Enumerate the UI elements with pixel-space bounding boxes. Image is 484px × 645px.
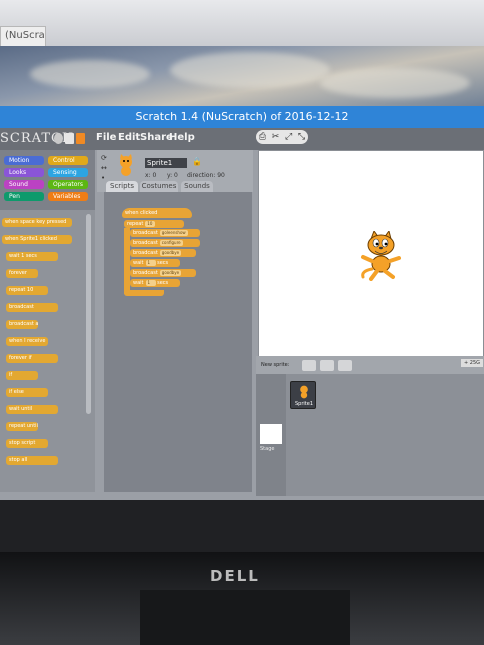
monitor-stand xyxy=(140,590,350,645)
sprite-y: y: 0 xyxy=(167,172,178,179)
category-control[interactable]: Control xyxy=(48,156,88,165)
tab-sounds[interactable]: Sounds xyxy=(181,181,213,192)
monitor-bezel xyxy=(0,500,484,552)
category-looks[interactable]: Looks xyxy=(4,168,44,177)
menubar: SCRATCH File Edit Share Help ⎙ ✂ ⤢ ⤡ xyxy=(0,128,484,150)
repeat-block[interactable]: repeat 10 xyxy=(124,220,184,228)
palette-block[interactable]: broadcast and wait xyxy=(6,320,38,329)
category-operators[interactable]: Operators xyxy=(48,180,88,189)
choose-sprite-from-file-icon[interactable] xyxy=(320,360,334,371)
stage-tools: ⎙ ✂ ⤢ ⤡ xyxy=(256,130,308,144)
category-sensing[interactable]: Sensing xyxy=(48,168,88,177)
menu-share[interactable]: Share xyxy=(140,132,173,143)
category-pen[interactable]: Pen xyxy=(4,192,44,201)
block-palette: when space key pressed when Sprite1 click… xyxy=(0,210,95,492)
browser-tab[interactable]: (NuScratch) xyxy=(0,26,46,46)
cat-sprite[interactable] xyxy=(357,231,405,281)
palette-block[interactable]: wait until xyxy=(6,405,58,414)
palette-block[interactable]: when space key pressed xyxy=(2,218,72,227)
wait-block-2[interactable]: wait 1 secs xyxy=(130,279,180,287)
menu-help[interactable]: Help xyxy=(169,132,195,143)
tab-costumes[interactable]: Costumes xyxy=(140,181,178,192)
share-icon[interactable] xyxy=(76,133,85,144)
new-sprite-label: New sprite: xyxy=(261,362,290,368)
sprite-tile-icon xyxy=(300,385,308,399)
palette-block[interactable]: forever xyxy=(6,269,38,278)
stamp-icon[interactable]: ⎙ xyxy=(259,132,266,142)
lock-icon[interactable]: 🔒 xyxy=(192,157,202,166)
browser-strip: (NuScratch) xyxy=(0,0,484,48)
palette-block[interactable]: repeat 10 xyxy=(6,286,48,295)
broadcast-block-1[interactable]: broadcast goleenshow xyxy=(130,229,200,237)
rotation-style-icon-3[interactable]: • xyxy=(101,174,105,182)
palette-block[interactable]: repeat until xyxy=(6,422,38,431)
sprite-panel: New sprite: + 25G Sprite1 Stage xyxy=(256,356,484,496)
globe-icon[interactable] xyxy=(54,133,63,144)
sprite-x: x: 0 xyxy=(145,172,157,179)
dell-logo: DELL xyxy=(210,567,260,585)
scratch-app: SCRATCH File Edit Share Help ⎙ ✂ ⤢ ⤡ Mot… xyxy=(0,128,484,500)
wait-block-1[interactable]: wait 1 secs xyxy=(130,259,180,267)
palette-block[interactable]: stop all xyxy=(6,456,58,465)
category-sound[interactable]: Sound xyxy=(4,180,44,189)
rotation-style-icon-2[interactable]: ↔ xyxy=(101,164,107,172)
repeat-end xyxy=(124,290,164,296)
sprite-toolbar: New sprite: + 25G xyxy=(256,356,484,374)
stage-thumbnail[interactable] xyxy=(260,424,282,444)
palette-block[interactable]: wait 1 secs xyxy=(6,252,58,261)
grow-icon[interactable]: ⤢ xyxy=(285,132,292,142)
tab-scripts[interactable]: Scripts xyxy=(106,181,138,192)
palette-block[interactable]: if else xyxy=(6,388,48,397)
scratch-logo: SCRATCH xyxy=(0,131,75,146)
palette-block[interactable]: broadcast xyxy=(6,303,58,312)
scripts-area: when clicked repeat 10 broadcast goleensho… xyxy=(104,192,252,492)
sprite-thumbnail-icon xyxy=(120,154,132,176)
palette-block[interactable]: when I receive xyxy=(6,337,48,346)
palette-block[interactable]: stop script xyxy=(6,439,48,448)
script-stack[interactable]: when clicked repeat 10 broadcast goleensho… xyxy=(122,206,202,306)
palette-scrollbar[interactable] xyxy=(86,214,91,414)
broadcast-block-4[interactable]: broadcast goodbye xyxy=(130,269,196,277)
monitor-screen: (NuScratch) Scratch 1.4 (NuScratch) of 2… xyxy=(0,0,484,552)
window-title: Scratch 1.4 (NuScratch) of 2016-12-12 xyxy=(0,106,484,128)
sprite-direction: direction: 90 xyxy=(187,172,225,179)
zoom-level[interactable]: + 25G xyxy=(461,359,483,367)
menu-file[interactable]: File xyxy=(96,132,116,143)
stage-label: Stage xyxy=(260,446,275,452)
menu-edit[interactable]: Edit xyxy=(118,132,140,143)
cut-icon[interactable]: ✂ xyxy=(272,132,280,142)
photo: (NuScratch) Scratch 1.4 (NuScratch) of 2… xyxy=(0,0,484,645)
stage[interactable] xyxy=(258,150,484,358)
category-selector: Motion Control Looks Sensing Sound Operators P… xyxy=(0,150,95,210)
shrink-icon[interactable]: ⤡ xyxy=(298,132,305,142)
category-motion[interactable]: Motion xyxy=(4,156,44,165)
broadcast-block-3[interactable]: broadcast goodbye xyxy=(130,249,196,257)
desktop-wallpaper xyxy=(0,46,484,108)
rotation-style-icon[interactable]: ⟳ xyxy=(101,154,107,162)
palette-block[interactable]: forever if xyxy=(6,354,58,363)
broadcast-block-2[interactable]: broadcast configure xyxy=(130,239,200,247)
when-flag-clicked-block[interactable]: when clicked xyxy=(122,208,192,218)
save-icon[interactable] xyxy=(65,133,74,144)
palette-block[interactable]: if xyxy=(6,371,38,380)
category-variables[interactable]: Variables xyxy=(48,192,88,201)
palette-block[interactable]: when Sprite1 clicked xyxy=(2,235,72,244)
random-sprite-icon[interactable] xyxy=(338,360,352,371)
sprite-name-field[interactable]: Sprite1 xyxy=(145,158,187,168)
paint-new-sprite-icon[interactable] xyxy=(302,360,316,371)
sprite-tile[interactable]: Sprite1 xyxy=(290,381,316,409)
